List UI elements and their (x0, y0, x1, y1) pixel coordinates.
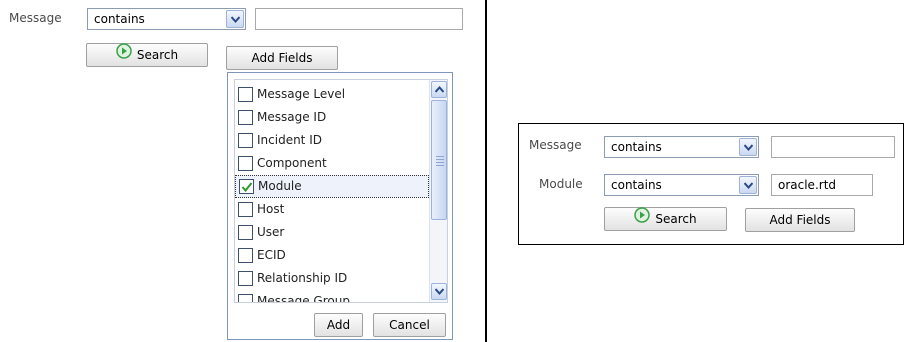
checkbox[interactable] (238, 225, 253, 240)
vertical-divider (485, 0, 487, 342)
add-fields-button[interactable]: Add Fields (226, 46, 338, 70)
search-button-label: Search (655, 212, 697, 226)
add-button[interactable]: Add (314, 313, 363, 337)
chevron-down-icon[interactable] (739, 176, 757, 194)
list-item[interactable]: Relationship ID (235, 267, 429, 290)
search-button[interactable]: Search (604, 207, 727, 231)
module-value-input[interactable]: oracle.rtd (771, 174, 873, 196)
fields-listbox[interactable]: Message Level Message ID Incident ID Com… (234, 79, 448, 303)
search-button[interactable]: Search (86, 43, 208, 67)
scroll-down-button[interactable] (431, 283, 447, 300)
message-label: Message (9, 11, 62, 25)
chevron-up-icon (435, 86, 444, 93)
checkbox[interactable] (238, 202, 253, 217)
message-operator-value: contains (611, 140, 662, 154)
chevron-down-icon[interactable] (226, 10, 244, 28)
checkbox[interactable] (238, 294, 253, 302)
chevron-down-icon (435, 288, 444, 295)
chevron-down-icon[interactable] (739, 138, 757, 156)
list-item[interactable]: ECID (235, 244, 429, 267)
checkbox[interactable] (238, 248, 253, 263)
add-fields-button-label: Add Fields (251, 51, 313, 65)
add-button-label: Add (326, 318, 351, 332)
list-item-label: ECID (257, 248, 286, 262)
cancel-button-label: Cancel (389, 318, 430, 332)
list-item-label: Message ID (257, 110, 327, 124)
play-circle-icon (634, 207, 651, 230)
list-item-label: Message Group (257, 294, 350, 303)
list-item-label: Module (258, 179, 302, 193)
list-item-label: Relationship ID (257, 271, 348, 285)
list-item[interactable]: Host (235, 198, 429, 221)
list-item[interactable]: User (235, 221, 429, 244)
list-item-label: Incident ID (257, 133, 322, 147)
list-item[interactable]: Message Group (235, 290, 429, 303)
message-operator-select[interactable]: contains (87, 8, 246, 30)
message-value-input[interactable] (255, 8, 463, 30)
scroll-up-button[interactable] (431, 81, 447, 98)
list-item-label: Component (257, 156, 327, 170)
search-button-label: Search (136, 48, 179, 62)
list-item[interactable]: Component (235, 152, 429, 175)
list-item-label: Host (257, 202, 285, 216)
message-value-input[interactable] (771, 136, 895, 158)
list-item-label: User (257, 225, 285, 239)
checkbox-checked[interactable] (239, 179, 254, 194)
checkbox[interactable] (238, 156, 253, 171)
play-circle-icon (116, 43, 132, 66)
list-item[interactable]: Incident ID (235, 129, 429, 152)
module-operator-select[interactable]: contains (604, 174, 759, 196)
checkbox[interactable] (238, 271, 253, 286)
add-fields-button-label: Add Fields (769, 213, 831, 227)
module-operator-value: contains (611, 178, 662, 192)
list-item-selected[interactable]: Module (235, 175, 429, 198)
message-label: Message (529, 138, 582, 152)
add-fields-popup: Message Level Message ID Incident ID Com… (227, 72, 453, 340)
list-item-label: Message Level (257, 87, 346, 101)
checkbox[interactable] (238, 87, 253, 102)
scroll-thumb[interactable] (431, 100, 447, 220)
cancel-button[interactable]: Cancel (373, 313, 446, 337)
list-item[interactable]: Message ID (235, 106, 429, 129)
message-operator-select[interactable]: contains (604, 136, 759, 158)
module-label: Module (539, 177, 583, 191)
search-panel: Message contains Module contains oracle.… (518, 123, 904, 245)
checkmark-icon (241, 182, 253, 193)
checkbox[interactable] (238, 133, 253, 148)
list-item[interactable]: Message Level (235, 83, 429, 106)
message-operator-value: contains (94, 12, 145, 26)
checkbox[interactable] (238, 110, 253, 125)
vertical-scrollbar[interactable] (429, 80, 447, 302)
add-fields-button[interactable]: Add Fields (745, 208, 855, 232)
